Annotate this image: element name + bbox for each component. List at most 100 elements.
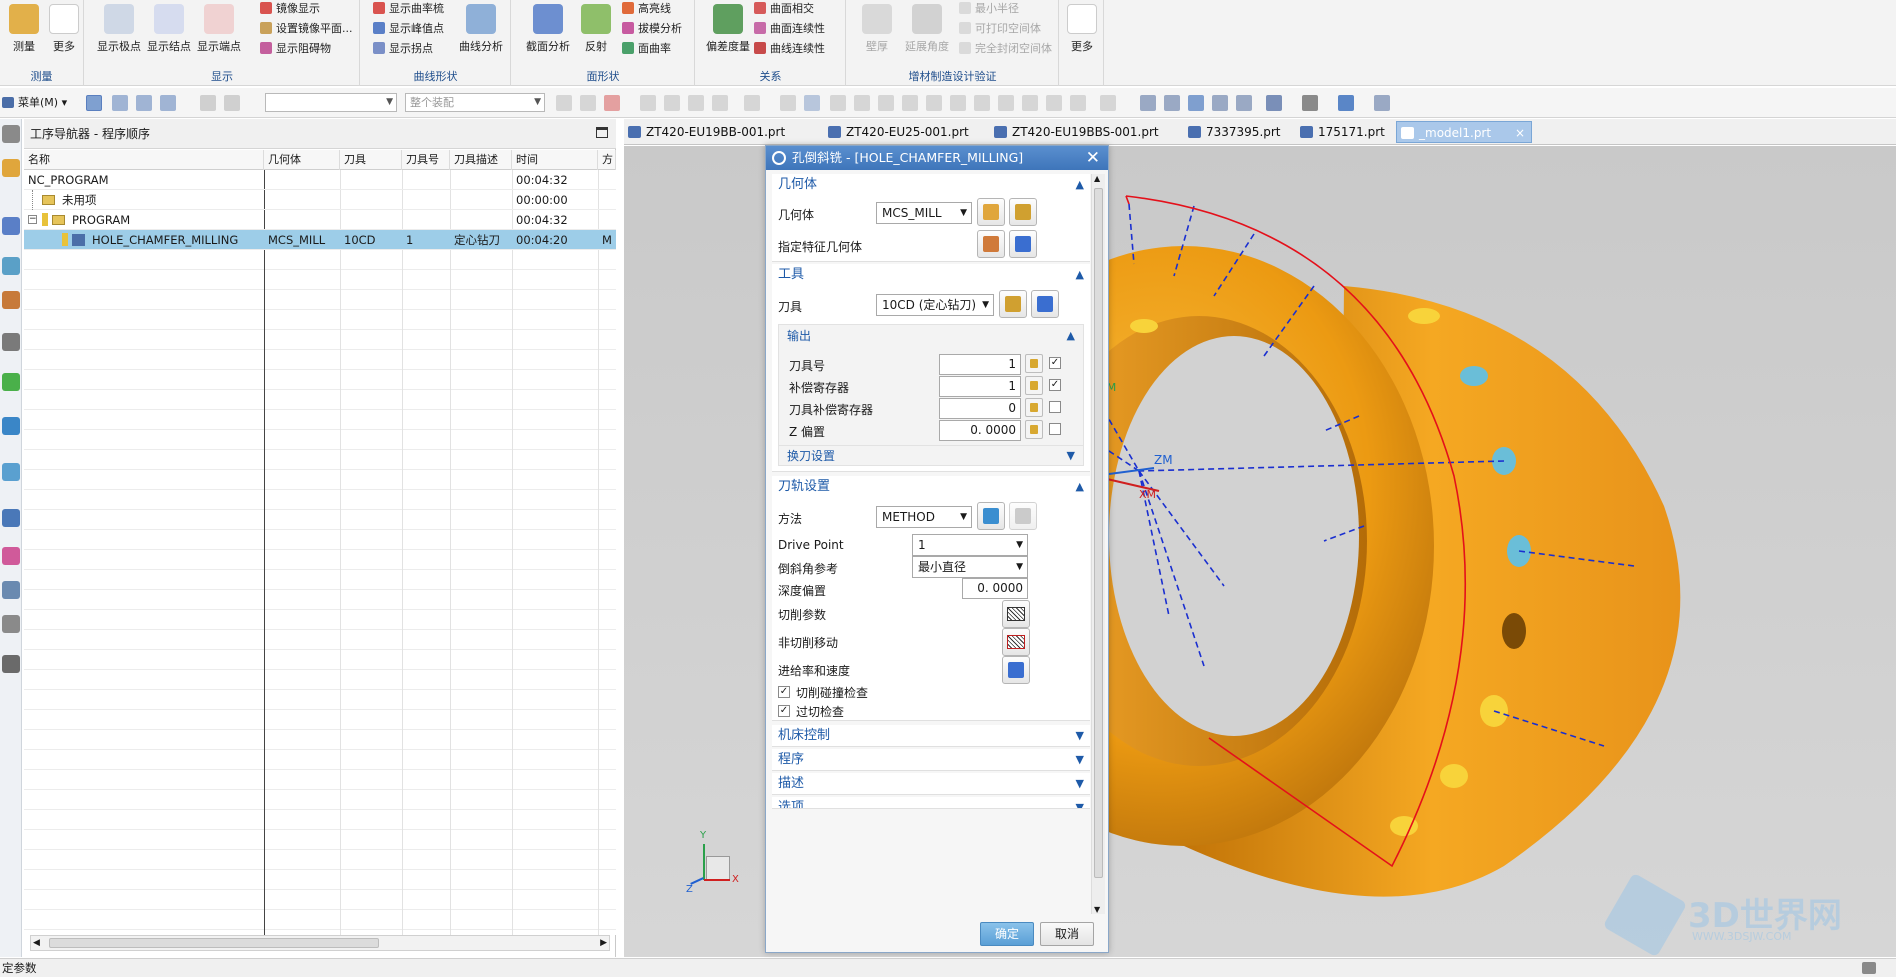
collapse-icon[interactable]: − [28,215,37,224]
z-offset-input[interactable]: 0. 0000 [939,420,1021,441]
assembly-filter-combo[interactable]: 整个装配 ▼ [405,93,545,112]
reuse-icon[interactable] [2,615,20,633]
tool-icon[interactable] [712,95,728,111]
new-geometry-button[interactable] [977,198,1005,226]
tool-change-header[interactable]: 换刀设置 ▼ [779,445,1083,465]
section-header[interactable]: 几何体 ▲ [772,174,1090,196]
geometry-select[interactable]: MCS_MILL ▼ [876,202,972,224]
wcs-icon[interactable] [1374,95,1390,111]
render-icon[interactable] [1302,95,1318,111]
scroll-up-icon[interactable]: ▲ [1094,174,1100,183]
deviation-measure-button[interactable]: 偏差度量 [704,2,752,54]
lock-button[interactable] [1025,354,1043,373]
cutcom-register-checkbox[interactable] [1049,401,1061,413]
show-knots-button[interactable]: 显示结点 [145,2,193,54]
settings-icon[interactable] [2,125,20,143]
dialog-scrollbar[interactable]: ▲ ▼ [1091,174,1105,914]
machine-icon[interactable] [2,333,20,351]
adjust-register-input[interactable]: 1 [939,376,1021,397]
curve-continuity-button[interactable]: 曲线连续性 [754,40,825,58]
tool-icon[interactable] [640,95,656,111]
tab-document[interactable]: ZT420-EU19BBS-001.prt [990,121,1180,143]
column-header[interactable]: 刀具 [340,150,402,170]
tab-active-document[interactable]: _model1.prt × [1396,121,1532,143]
tool-icon[interactable] [744,95,760,111]
enclosed-volume-button[interactable]: 完全封闭空间体 [959,40,1052,58]
section-description[interactable]: 描述 ▼ [772,773,1090,795]
face-curvature-button[interactable]: 面曲率 [622,40,671,58]
tool-icon[interactable] [804,95,820,111]
view-icon[interactable] [1140,95,1156,111]
edit-tool-button[interactable] [1031,290,1059,318]
lock-button[interactable] [1025,398,1043,417]
manufacturing-icon[interactable] [2,655,20,673]
peak-points-button[interactable]: 显示峰值点 [373,20,444,38]
tool-icon[interactable] [664,95,680,111]
table-row[interactable]: NC_PROGRAM 00:04:32 [24,170,616,190]
tool-icon[interactable] [780,95,796,111]
edit-method-button[interactable] [1009,502,1037,530]
section-analysis-button[interactable]: 截面分析 [524,2,572,54]
filter2-icon[interactable] [224,95,240,111]
maximize-icon[interactable] [596,127,608,138]
chamfer-reference-select[interactable]: 最小直径 ▼ [912,556,1028,578]
method-select[interactable]: METHOD ▼ [876,506,972,528]
face-continuity-button[interactable]: 曲面连续性 [754,20,825,38]
menu-button[interactable]: 菜单(M) ▾ [2,94,67,112]
drive-point-select[interactable]: 1 ▼ [912,534,1028,556]
section-header[interactable]: 刀轨设置 ▲ [772,476,1090,498]
column-header[interactable]: 方 [598,150,616,170]
gouge-check-checkbox[interactable]: ✓ [778,705,790,717]
web-icon[interactable] [2,417,20,435]
snap2-icon[interactable] [136,95,152,111]
horizontal-scrollbar[interactable]: ◀ ▶ [30,935,610,951]
scroll-down-icon[interactable]: ▼ [1094,905,1100,914]
ok-button[interactable]: 确定 [980,922,1034,946]
extension-angle-button[interactable]: 延展角度 [897,2,957,54]
z-offset-checkbox[interactable] [1049,423,1061,435]
assembly-icon[interactable] [2,217,20,235]
type-filter-combo[interactable]: ▼ [265,93,397,112]
tool-select[interactable]: 10CD (定心钻刀) ▼ [876,294,994,316]
tab-document[interactable]: ZT420-EU19BB-001.prt [624,121,820,143]
set-mirror-plane-button[interactable]: 设置镜像平面... [260,20,353,38]
edit-geometry-button[interactable] [1009,198,1037,226]
curvature-comb-button[interactable]: 显示曲率梳 [373,0,444,18]
history-icon[interactable] [2,509,20,527]
depth-offset-input[interactable]: 0. 0000 [962,578,1028,599]
face-intersect-button[interactable]: 曲面相交 [754,0,814,18]
scrollbar-thumb[interactable] [1094,188,1103,878]
show-endpoints-button[interactable]: 显示端点 [195,2,243,54]
lock-button[interactable] [1025,420,1043,439]
mirror-display-button[interactable]: 镜像显示 [260,0,320,18]
snap-icon[interactable] [112,95,128,111]
tool-icon[interactable] [1046,95,1062,111]
column-header[interactable]: 名称 [24,150,264,170]
column-header[interactable]: 几何体 [264,150,340,170]
snap3-icon[interactable] [160,95,176,111]
more-measure-button[interactable]: 更多 [40,2,88,54]
table-row[interactable]: − PROGRAM 00:04:32 [24,210,616,230]
shade-icon[interactable] [1338,95,1354,111]
tab-document[interactable]: 175171.prt [1296,121,1404,143]
feeds-speeds-button[interactable] [1002,656,1030,684]
tool-icon[interactable] [950,95,966,111]
close-icon[interactable]: × [1515,122,1525,144]
printable-volume-button[interactable]: 可打印空间体 [959,20,1041,38]
tab-document[interactable]: ZT420-EU25-001.prt [824,121,988,143]
view-icon[interactable] [1212,95,1228,111]
min-radius-button[interactable]: 最小半径 [959,0,1019,18]
table-row[interactable]: 未用项 00:00:00 [24,190,616,210]
show-poles-button[interactable]: 显示极点 [95,2,143,54]
cancel-button[interactable]: 取消 [1040,922,1094,946]
navigator-icon[interactable] [2,159,20,177]
tool-icon[interactable] [1100,95,1116,111]
collision-check-checkbox[interactable]: ✓ [778,686,790,698]
column-header[interactable]: 刀具描述 [450,150,512,170]
reflection-button[interactable]: 反射 [572,2,620,54]
column-header[interactable]: 刀具号 [402,150,450,170]
curve-analysis-button[interactable]: 曲线分析 [457,2,505,54]
tool-icon[interactable] [1022,95,1038,111]
highlight-lines-button[interactable]: 高亮线 [622,0,671,18]
tool-icon[interactable] [688,95,704,111]
